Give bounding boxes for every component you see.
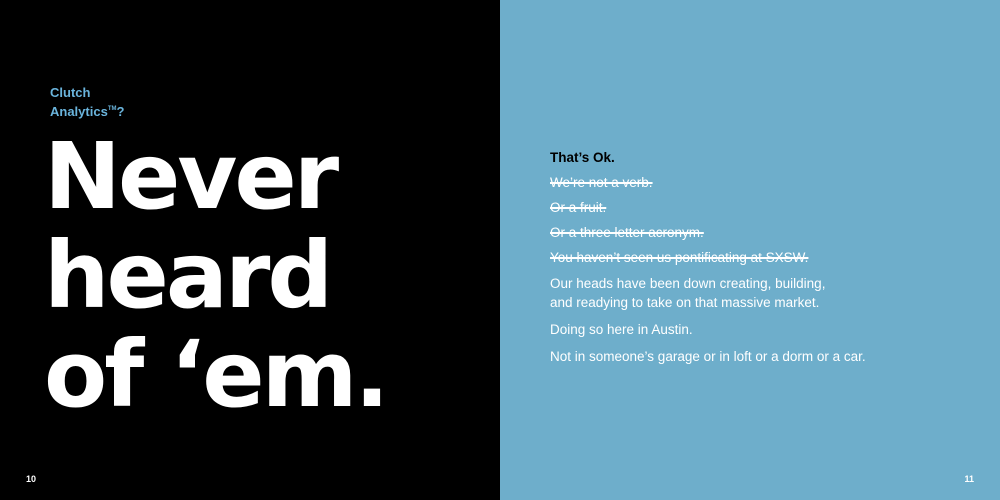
page-number-left: 10 <box>26 474 37 484</box>
headline-line-3: of ‘em. <box>44 321 389 428</box>
kicker-brand: Analytics <box>50 104 108 119</box>
kicker-line-1: Clutch <box>50 85 91 100</box>
page-number-right: 11 <box>964 474 974 484</box>
brand-kicker: Clutch AnalyticsTM? <box>50 84 124 120</box>
body-copy: That’s Ok. We’re not a verb. Or a fruit.… <box>550 149 970 374</box>
struck-line: You haven’t seen us pontificating at SXS… <box>550 250 809 265</box>
headline-line-2: heard <box>44 222 333 329</box>
kicker-line-2: AnalyticsTM? <box>50 101 124 120</box>
struck-line: We’re not a verb. <box>550 175 653 190</box>
struck-line: Or a three letter acronym. <box>550 225 704 240</box>
lead-line: That’s Ok. <box>550 150 615 165</box>
right-page: That’s Ok. We’re not a verb. Or a fruit.… <box>500 0 1000 500</box>
paragraph-3: Not in someone’s garage or in loft or a … <box>550 349 866 364</box>
headline-line-1: Never <box>44 123 339 230</box>
paragraph-1-line-2: and readying to take on that massive mar… <box>550 295 820 310</box>
left-page: Clutch AnalyticsTM? Never heard of ‘em. … <box>0 0 500 500</box>
struck-line: Or a fruit. <box>550 200 607 215</box>
headline: Never heard of ‘em. <box>44 123 389 428</box>
paragraph-2: Doing so here in Austin. <box>550 322 693 337</box>
paragraph-1: Our heads have been down creating, build… <box>550 274 970 312</box>
paragraph-1-line-1: Our heads have been down creating, build… <box>550 276 826 291</box>
kicker-question: ? <box>116 104 125 119</box>
